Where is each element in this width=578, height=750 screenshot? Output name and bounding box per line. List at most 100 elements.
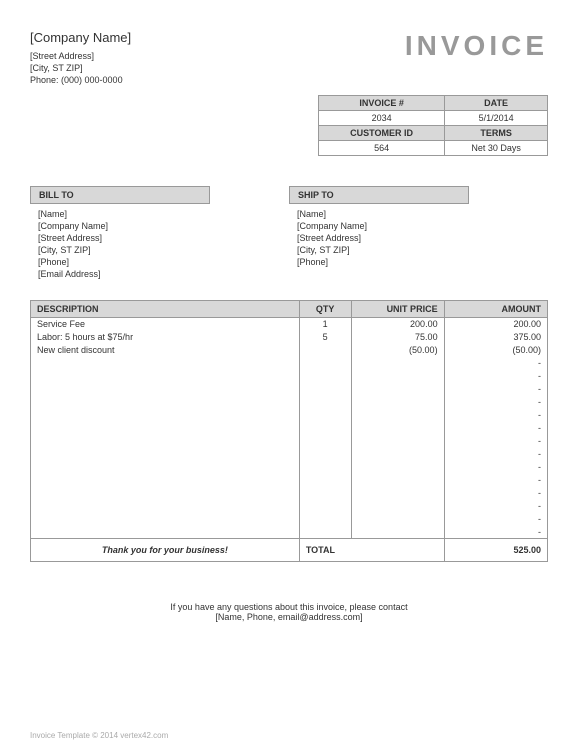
item-desc	[31, 422, 300, 435]
bill-to-line: [Phone]	[30, 256, 289, 268]
footer-contact: If you have any questions about this inv…	[30, 602, 548, 622]
total-label: TOTAL	[299, 539, 444, 562]
total-value: 525.00	[444, 539, 547, 562]
col-desc-header: DESCRIPTION	[31, 301, 300, 318]
meta-customer-id-label: CUSTOMER ID	[319, 126, 445, 141]
item-price	[351, 461, 444, 474]
item-desc	[31, 448, 300, 461]
item-qty: 1	[299, 318, 351, 331]
item-qty	[299, 370, 351, 383]
item-desc	[31, 383, 300, 396]
item-price	[351, 448, 444, 461]
item-desc: New client discount	[31, 344, 300, 357]
ship-to-header: SHIP TO	[289, 186, 469, 204]
item-desc: Labor: 5 hours at $75/hr	[31, 331, 300, 344]
contact-line-2: [Name, Phone, email@address.com]	[30, 612, 548, 622]
item-desc	[31, 409, 300, 422]
table-row: -	[31, 448, 548, 461]
item-amount: -	[444, 357, 547, 370]
item-amount: (50.00)	[444, 344, 547, 357]
item-amount: -	[444, 396, 547, 409]
company-block: [Company Name] [Street Address] [City, S…	[30, 30, 131, 87]
meta-invoice-num: 2034	[319, 111, 445, 126]
item-desc	[31, 370, 300, 383]
item-desc	[31, 357, 300, 370]
item-amount: -	[444, 500, 547, 513]
table-row: Labor: 5 hours at $75/hr575.00375.00	[31, 331, 548, 344]
contact-line-1: If you have any questions about this inv…	[30, 602, 548, 612]
invoice-title: INVOICE	[405, 30, 548, 87]
item-qty	[299, 344, 351, 357]
table-row: -	[31, 383, 548, 396]
item-qty	[299, 396, 351, 409]
meta-date-label: DATE	[445, 96, 548, 111]
invoice-meta-table: INVOICE # DATE 2034 5/1/2014 CUSTOMER ID…	[318, 95, 548, 156]
item-desc	[31, 396, 300, 409]
col-price-header: UNIT PRICE	[351, 301, 444, 318]
item-amount: -	[444, 461, 547, 474]
table-row: -	[31, 435, 548, 448]
meta-date: 5/1/2014	[445, 111, 548, 126]
table-row: -	[31, 500, 548, 513]
item-qty	[299, 422, 351, 435]
ship-to-line: [Name]	[289, 208, 548, 220]
item-qty	[299, 409, 351, 422]
item-amount: -	[444, 422, 547, 435]
table-row: -	[31, 487, 548, 500]
item-price	[351, 409, 444, 422]
item-amount: -	[444, 383, 547, 396]
item-desc	[31, 526, 300, 539]
item-qty	[299, 474, 351, 487]
table-row: -	[31, 396, 548, 409]
item-price: (50.00)	[351, 344, 444, 357]
bill-to-header: BILL TO	[30, 186, 210, 204]
item-amount: -	[444, 474, 547, 487]
item-price: 200.00	[351, 318, 444, 331]
table-row: -	[31, 422, 548, 435]
company-street: [Street Address]	[30, 51, 131, 61]
item-desc	[31, 461, 300, 474]
item-desc	[31, 513, 300, 526]
item-price	[351, 396, 444, 409]
item-qty	[299, 383, 351, 396]
ship-to-line: [Street Address]	[289, 232, 548, 244]
item-price	[351, 370, 444, 383]
item-price	[351, 357, 444, 370]
col-qty-header: QTY	[299, 301, 351, 318]
bill-to-line: [Email Address]	[30, 268, 289, 280]
table-row: -	[31, 409, 548, 422]
table-row: -	[31, 526, 548, 539]
table-row: -	[31, 357, 548, 370]
item-price	[351, 474, 444, 487]
item-price	[351, 526, 444, 539]
item-qty	[299, 448, 351, 461]
item-amount: -	[444, 435, 547, 448]
item-price: 75.00	[351, 331, 444, 344]
item-desc	[31, 500, 300, 513]
meta-terms-label: TERMS	[445, 126, 548, 141]
table-row: -	[31, 461, 548, 474]
item-qty	[299, 487, 351, 500]
item-price	[351, 487, 444, 500]
table-row: New client discount (50.00)(50.00)	[31, 344, 548, 357]
table-row: -	[31, 513, 548, 526]
item-qty	[299, 435, 351, 448]
item-amount: -	[444, 526, 547, 539]
item-desc	[31, 487, 300, 500]
copyright: Invoice Template © 2014 vertex42.com	[30, 731, 168, 740]
item-amount: 375.00	[444, 331, 547, 344]
company-name: [Company Name]	[30, 30, 131, 45]
item-amount: -	[444, 370, 547, 383]
items-table: DESCRIPTION QTY UNIT PRICE AMOUNT Servic…	[30, 300, 548, 562]
item-desc	[31, 474, 300, 487]
item-qty	[299, 526, 351, 539]
item-price	[351, 435, 444, 448]
item-price	[351, 500, 444, 513]
item-qty	[299, 461, 351, 474]
item-price	[351, 422, 444, 435]
meta-terms: Net 30 Days	[445, 141, 548, 156]
table-row: -	[31, 370, 548, 383]
item-amount: 200.00	[444, 318, 547, 331]
thankyou-message: Thank you for your business!	[31, 539, 300, 562]
item-qty	[299, 357, 351, 370]
